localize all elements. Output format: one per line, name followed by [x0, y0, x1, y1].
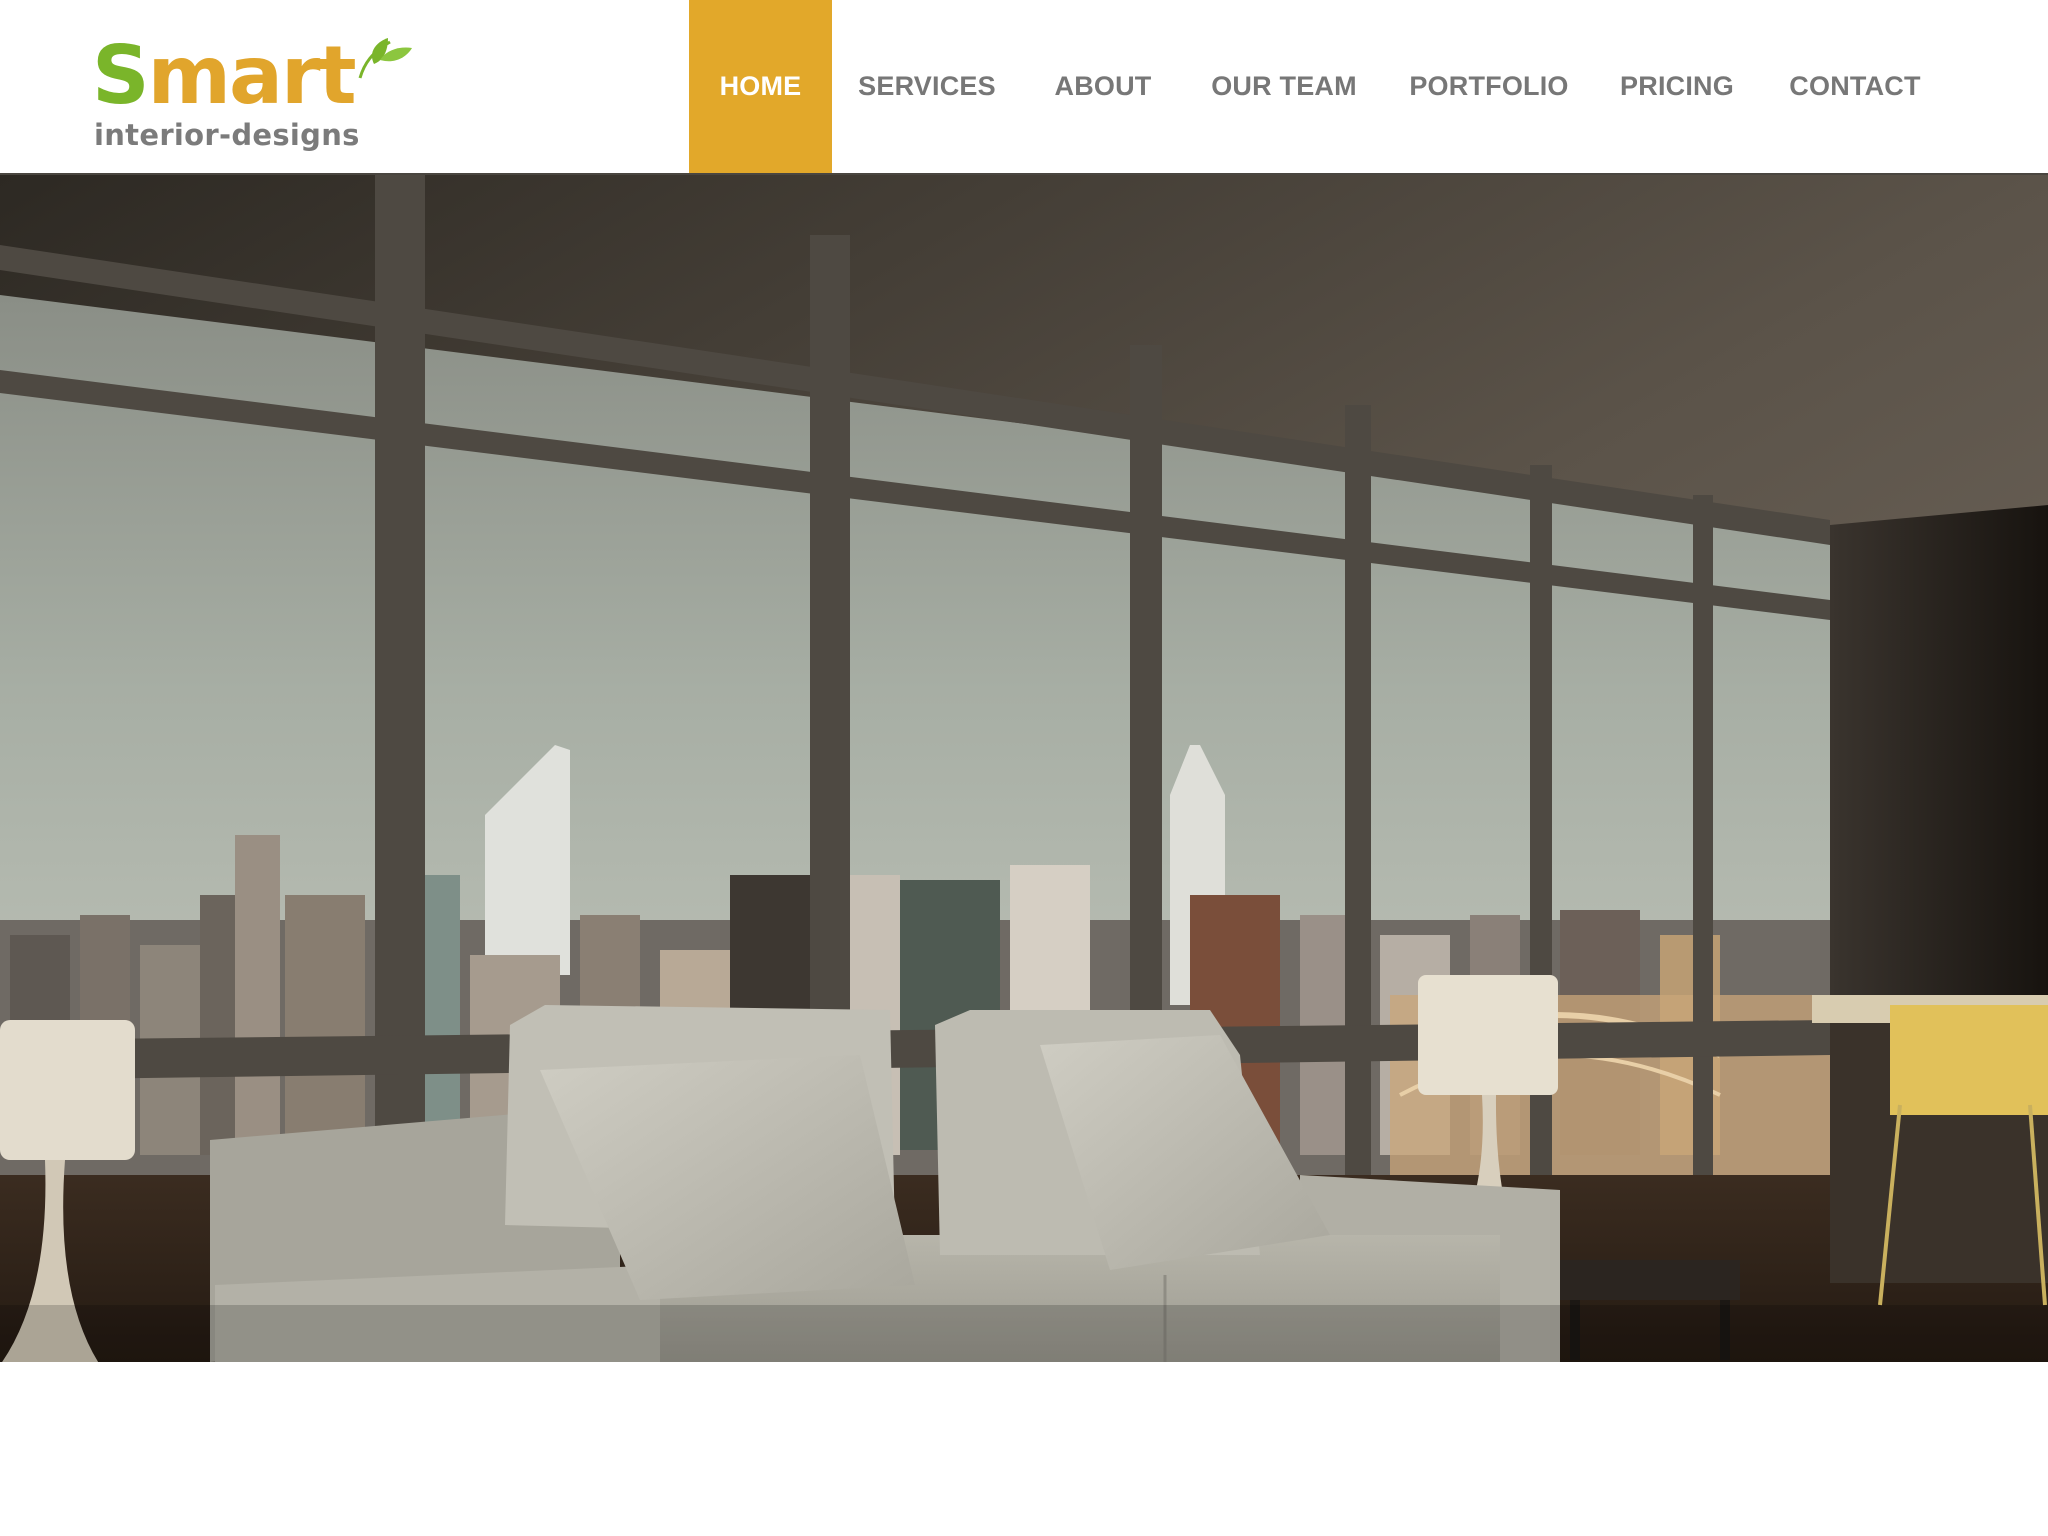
content-area — [0, 1362, 2048, 1536]
site-header: Smart interior-designs HOME SERVICES ABO… — [0, 0, 2048, 175]
logo-wordmark: Smart — [92, 36, 357, 116]
nav-our-team-label: OUR TEAM — [1211, 71, 1357, 101]
nav-our-team[interactable]: OUR TEAM — [1184, 0, 1384, 173]
main-nav: HOME SERVICES ABOUT OUR TEAM PORTFOLIO P… — [689, 0, 1950, 173]
nav-contact[interactable]: CONTACT — [1760, 0, 1950, 173]
leaf-icon — [358, 38, 412, 79]
nav-contact-label: CONTACT — [1789, 71, 1921, 101]
nav-about-label: ABOUT — [1054, 71, 1152, 101]
hero-image — [0, 175, 2048, 1362]
nav-portfolio-label: PORTFOLIO — [1409, 71, 1569, 101]
nav-home[interactable]: HOME — [689, 0, 832, 173]
nav-portfolio[interactable]: PORTFOLIO — [1384, 0, 1594, 173]
logo-letters-mart: mart — [147, 29, 357, 122]
nav-pricing-label: PRICING — [1620, 71, 1734, 101]
logo-tagline: interior-designs — [94, 118, 360, 152]
nav-services[interactable]: SERVICES — [832, 0, 1022, 173]
nav-home-label: HOME — [719, 71, 802, 101]
hero-illustration — [0, 175, 2048, 1362]
logo-letter-s: S — [92, 29, 150, 122]
nav-pricing[interactable]: PRICING — [1594, 0, 1760, 173]
logo[interactable]: Smart interior-designs — [88, 36, 412, 156]
nav-about[interactable]: ABOUT — [1022, 0, 1184, 173]
nav-services-label: SERVICES — [858, 71, 996, 101]
